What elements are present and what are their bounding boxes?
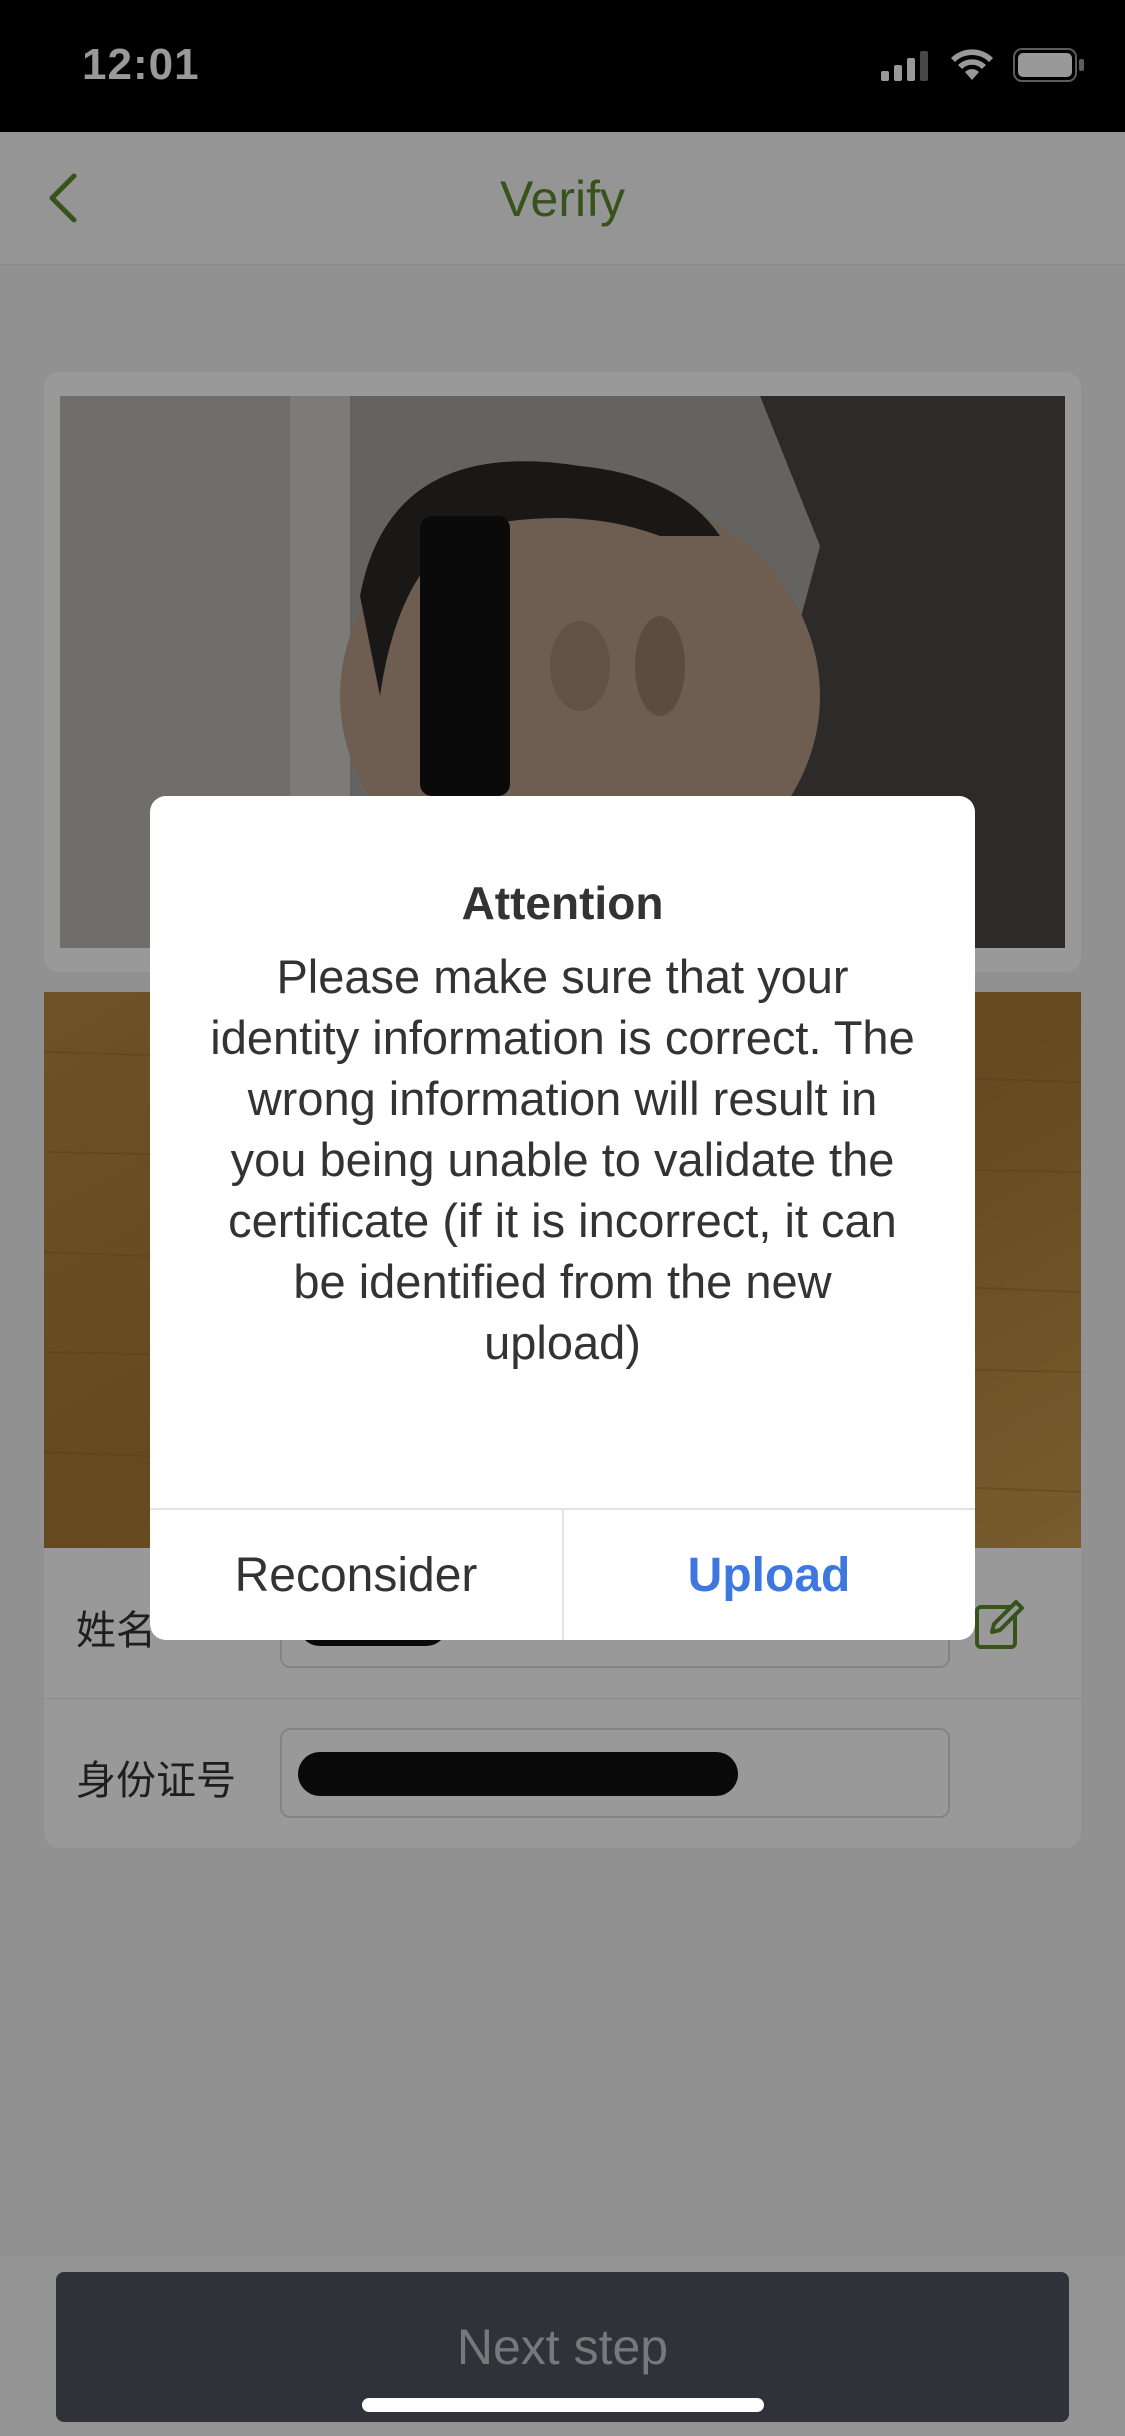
reconsider-button[interactable]: Reconsider <box>150 1510 564 1640</box>
attention-dialog: Attention Please make sure that your ide… <box>150 796 975 1640</box>
dialog-message: Please make sure that your identity info… <box>210 950 915 1369</box>
upload-button[interactable]: Upload <box>563 1510 975 1640</box>
dialog-buttons: Reconsider Upload <box>150 1508 975 1640</box>
home-indicator <box>362 2398 764 2412</box>
dialog-title: Attention <box>461 877 664 929</box>
